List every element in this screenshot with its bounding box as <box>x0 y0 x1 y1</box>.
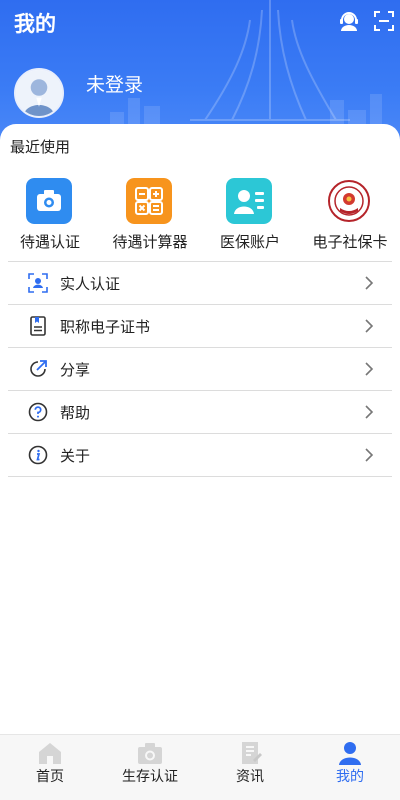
chevron-right-icon <box>365 362 374 376</box>
home-icon <box>39 743 61 764</box>
calculator-icon <box>126 178 172 224</box>
default-avatar-icon <box>16 70 62 116</box>
quick-item-calculator[interactable]: 待遇计算器 <box>100 176 200 256</box>
settings-menu: 实人认证 职称电子证书 分享 帮助 关于 <box>8 261 392 477</box>
news-icon <box>242 742 262 764</box>
social-security-emblem-icon <box>328 180 370 222</box>
quick-item-label: 待遇计算器 <box>112 233 188 251</box>
menu-item-label: 实人认证 <box>60 275 121 293</box>
quick-item-label: 电子社保卡 <box>312 233 388 251</box>
tab-label: 首页 <box>36 769 64 785</box>
menu-item-label: 帮助 <box>60 404 91 422</box>
avatar[interactable] <box>14 68 64 118</box>
quick-item-social-security-card[interactable]: 电子社保卡 <box>300 176 400 256</box>
quick-item-label: 医保账户 <box>219 233 280 251</box>
bottom-tab-bar: 首页 生存认证 资讯 我的 <box>0 734 400 800</box>
id-card-icon <box>226 178 272 224</box>
tab-mine[interactable]: 我的 <box>300 735 400 800</box>
chevron-right-icon <box>365 276 374 290</box>
login-status[interactable]: 未登录 <box>86 70 143 97</box>
menu-item-share[interactable]: 分享 <box>8 348 392 391</box>
help-icon <box>28 402 48 422</box>
tab-home[interactable]: 首页 <box>0 735 100 800</box>
recent-section-title: 最近使用 <box>10 138 71 156</box>
tab-label: 生存认证 <box>122 769 178 785</box>
tab-news[interactable]: 资讯 <box>200 735 300 800</box>
menu-item-help[interactable]: 帮助 <box>8 391 392 434</box>
content-card: 最近使用 待遇认证 待遇计算器 医保账户 电子社保卡 实人认证 职称电子证书 分… <box>0 124 400 734</box>
tab-label: 资讯 <box>236 769 264 785</box>
quick-item-label: 待遇认证 <box>19 233 80 251</box>
camera-icon <box>26 178 72 224</box>
certificate-icon <box>30 316 46 336</box>
chevron-right-icon <box>365 405 374 419</box>
tab-survival-auth[interactable]: 生存认证 <box>100 735 200 800</box>
menu-item-real-person-auth[interactable]: 实人认证 <box>8 262 392 305</box>
quick-item-medical-account[interactable]: 医保账户 <box>200 176 300 256</box>
tab-label: 我的 <box>336 769 364 785</box>
customer-service-icon[interactable] <box>337 9 361 33</box>
chevron-right-icon <box>365 319 374 333</box>
camera-icon <box>138 743 162 764</box>
quick-item-benefit-auth[interactable]: 待遇认证 <box>0 176 100 256</box>
face-scan-icon <box>28 273 48 293</box>
chevron-right-icon <box>365 448 374 462</box>
page-title: 我的 <box>14 12 56 36</box>
scan-icon[interactable] <box>372 9 396 33</box>
user-icon <box>339 742 361 765</box>
menu-item-label: 关于 <box>60 447 91 465</box>
menu-item-label: 职称电子证书 <box>60 318 151 336</box>
menu-item-label: 分享 <box>60 361 91 379</box>
share-icon <box>30 360 47 377</box>
menu-item-about[interactable]: 关于 <box>8 434 392 477</box>
info-icon <box>28 445 48 465</box>
menu-item-certificate[interactable]: 职称电子证书 <box>8 305 392 348</box>
